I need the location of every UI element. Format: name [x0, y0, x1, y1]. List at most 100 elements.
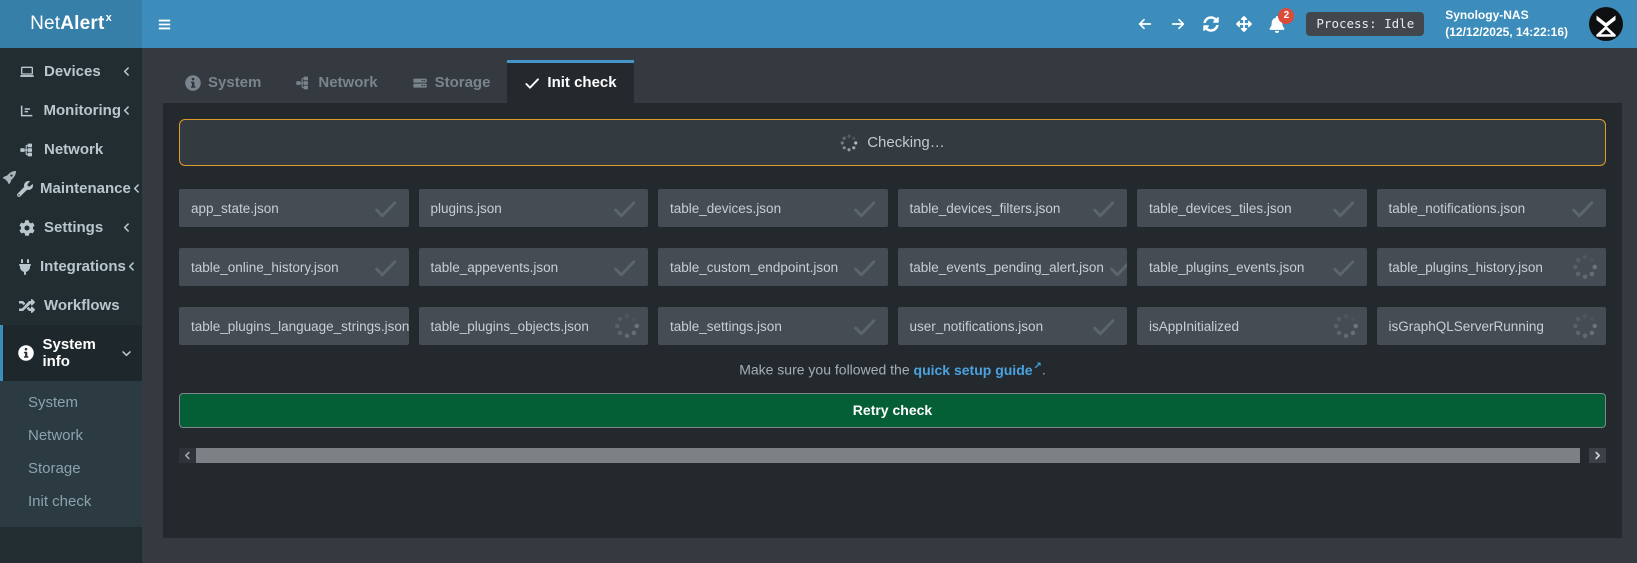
- check-item-card: table_plugins_history.json: [1377, 248, 1607, 286]
- init-check-panel: Checking… app_state.jsonplugins.jsontabl…: [163, 103, 1622, 538]
- check-item-card: table_events_pending_alert.json: [898, 248, 1128, 286]
- check-item-label: table_events_pending_alert.json: [910, 260, 1104, 275]
- notification-count-badge: 2: [1278, 8, 1294, 24]
- sidebar-item-label: Devices: [44, 63, 101, 80]
- check-item-card: table_devices_tiles.json: [1137, 189, 1367, 227]
- move-button[interactable]: [1236, 16, 1252, 32]
- app-logo[interactable]: NetAlertx: [0, 0, 142, 48]
- sidebar-item-maintenance[interactable]: Maintenance: [0, 169, 142, 208]
- sitemap-icon: [295, 75, 311, 91]
- check-item-card: table_appevents.json: [419, 248, 649, 286]
- check-icon: [1088, 314, 1119, 339]
- chevron-left-icon: [126, 261, 137, 272]
- plug-icon: [17, 259, 33, 275]
- sidebar-item-label: Integrations: [40, 258, 126, 275]
- tab-storage[interactable]: Storage: [395, 60, 508, 103]
- chevron-left-icon: [121, 66, 132, 77]
- sidebar-subitem-storage[interactable]: Storage: [0, 452, 142, 485]
- spinner-icon: [1572, 313, 1598, 339]
- check-icon: [609, 255, 640, 280]
- sidebar-subitem-init-check[interactable]: Init check: [0, 485, 142, 518]
- check-item-card: app_state.json: [179, 189, 409, 227]
- rocket-icon: [1, 169, 18, 186]
- check-icon: [1328, 255, 1359, 280]
- sidebar-item-integrations[interactable]: Integrations: [0, 247, 142, 286]
- quick-setup-guide-label: quick setup guide: [914, 362, 1033, 378]
- external-link-icon: ↗: [1034, 361, 1042, 372]
- check-icon: [1088, 196, 1119, 221]
- check-icon: [370, 255, 401, 280]
- checking-label: Checking…: [867, 134, 945, 151]
- sidebar: Devices Monitoring Network Maintenance Setti…: [0, 48, 142, 563]
- brand-bold: Alert: [60, 13, 104, 35]
- scrollbar-thumb[interactable]: [196, 448, 1580, 463]
- scrollbar-track-gap: [1580, 448, 1589, 463]
- check-item-label: isGraphQLServerRunning: [1389, 319, 1544, 334]
- tab-label: Storage: [435, 74, 491, 91]
- sidebar-item-monitoring[interactable]: Monitoring: [0, 91, 142, 130]
- sidebar-item-label: Workflows: [44, 297, 120, 314]
- refresh-button[interactable]: [1203, 16, 1219, 32]
- sidebar-toggle-button[interactable]: [142, 0, 186, 48]
- check-item-card: table_plugins_language_strings.json: [179, 307, 409, 345]
- sidebar-item-devices[interactable]: Devices: [0, 52, 142, 91]
- sidebar-item-label: Network: [44, 141, 103, 158]
- gear-icon: [17, 220, 37, 236]
- tab-bar: System Network Storage Init check: [142, 48, 1637, 103]
- check-item-label: app_state.json: [191, 201, 279, 216]
- sidebar-item-label: Monitoring: [44, 102, 121, 119]
- sidebar-item-workflows[interactable]: Workflows: [0, 286, 142, 325]
- check-icon: [849, 255, 880, 280]
- check-item-card: table_settings.json: [658, 307, 888, 345]
- scroll-right-button[interactable]: [1589, 448, 1606, 463]
- scroll-left-button[interactable]: [179, 448, 196, 463]
- sidebar-item-label: System info: [42, 336, 121, 370]
- sidebar-item-label: Settings: [44, 219, 103, 236]
- tab-label: Network: [318, 74, 377, 91]
- check-icon: [849, 314, 880, 339]
- sidebar-subitem-system[interactable]: System: [0, 386, 142, 419]
- check-item-card: user_notifications.json: [898, 307, 1128, 345]
- check-item-card: table_notifications.json: [1377, 189, 1607, 227]
- sidebar-item-network[interactable]: Network: [0, 130, 142, 169]
- sidebar-item-settings[interactable]: Settings: [0, 208, 142, 247]
- host-name: Synology-NAS: [1445, 7, 1568, 24]
- notifications-button[interactable]: 2: [1269, 16, 1285, 33]
- check-item-label: table_devices_tiles.json: [1149, 201, 1292, 216]
- tab-network[interactable]: Network: [278, 60, 394, 103]
- info-circle-icon: [17, 345, 35, 361]
- setup-note-period: .: [1042, 362, 1046, 378]
- sidebar-menu: Devices Monitoring Network Maintenance Setti…: [0, 48, 142, 381]
- check-item-card: table_online_history.json: [179, 248, 409, 286]
- shuffle-icon: [17, 298, 37, 314]
- check-item-card: isAppInitialized: [1137, 307, 1367, 345]
- sidebar-subitem-network[interactable]: Network: [0, 419, 142, 452]
- chevron-left-icon: [131, 183, 142, 194]
- check-icon: [1105, 255, 1127, 280]
- main-content: System Network Storage Init check Checking……: [142, 48, 1637, 538]
- back-button[interactable]: [1137, 16, 1153, 32]
- retry-check-button[interactable]: Retry check: [179, 393, 1606, 428]
- checks-grid: app_state.jsonplugins.jsontable_devices.…: [179, 189, 1606, 345]
- top-header: NetAlertx 2 Process: Idle Synology-NAS (…: [0, 0, 1637, 48]
- check-item-label: table_plugins_objects.json: [431, 319, 589, 334]
- spinner-icon: [840, 134, 858, 152]
- forward-button[interactable]: [1170, 16, 1186, 32]
- chevron-left-icon: [121, 222, 132, 233]
- check-item-label: table_appevents.json: [431, 260, 559, 275]
- check-item-label: table_devices_filters.json: [910, 201, 1061, 216]
- check-item-label: table_plugins_language_strings.json: [191, 319, 409, 334]
- chevron-down-icon: [121, 348, 132, 359]
- quick-setup-guide-link[interactable]: quick setup guide↗: [914, 362, 1042, 378]
- check-item-card: table_plugins_events.json: [1137, 248, 1367, 286]
- tab-label: System: [208, 74, 261, 91]
- tab-init-check[interactable]: Init check: [507, 60, 633, 103]
- spinner-icon: [614, 313, 640, 339]
- sidebar-item-system-info[interactable]: System info: [0, 325, 142, 381]
- tab-label: Init check: [547, 74, 616, 91]
- chevron-left-icon: [121, 105, 132, 116]
- process-status-badge[interactable]: Process: Idle: [1306, 12, 1424, 36]
- avatar[interactable]: [1588, 6, 1624, 42]
- tab-system[interactable]: System: [168, 60, 278, 103]
- chart-icon: [17, 103, 37, 119]
